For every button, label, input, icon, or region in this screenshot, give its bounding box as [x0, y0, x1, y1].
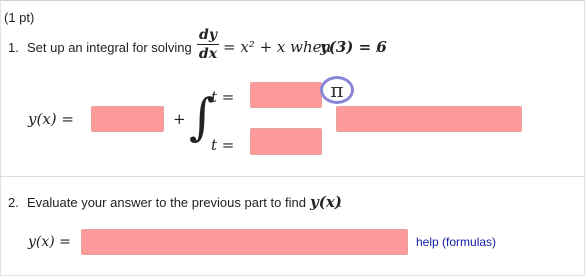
q2-lhs: y(x) =	[28, 234, 71, 250]
constant-input[interactable]	[91, 106, 164, 132]
q1-prompt: Set up an integral for solving	[27, 40, 192, 55]
dy-numerator: dy	[199, 27, 217, 43]
q1-number: 1.	[8, 40, 19, 55]
q1-equation: = x² + x when	[223, 38, 332, 56]
divider	[0, 176, 585, 177]
integrand-input[interactable]	[336, 106, 522, 132]
q2-period: .	[338, 195, 342, 210]
q1-lhs: y(x) =	[28, 110, 74, 128]
q2-prompt: Evaluate your answer to the previous par…	[27, 195, 306, 210]
lower-limit-input[interactable]	[250, 128, 322, 155]
fraction-bar	[197, 44, 219, 45]
pi-icon: π	[330, 78, 344, 102]
dx-denominator: dx	[198, 46, 218, 62]
q2-number: 2.	[8, 195, 19, 210]
plus-sign: +	[173, 110, 186, 128]
pi-symbol-button[interactable]: π	[320, 76, 354, 104]
points-label: (1 pt)	[4, 10, 35, 25]
lower-limit-label: t =	[211, 136, 235, 154]
dy-dx-fraction: dy dx	[197, 27, 219, 62]
help-formulas-link[interactable]: help (formulas)	[416, 235, 496, 249]
q1-period: .	[375, 40, 379, 55]
upper-limit-label: t =	[211, 88, 235, 106]
answer-input[interactable]	[81, 229, 408, 255]
upper-limit-input[interactable]	[250, 82, 322, 108]
